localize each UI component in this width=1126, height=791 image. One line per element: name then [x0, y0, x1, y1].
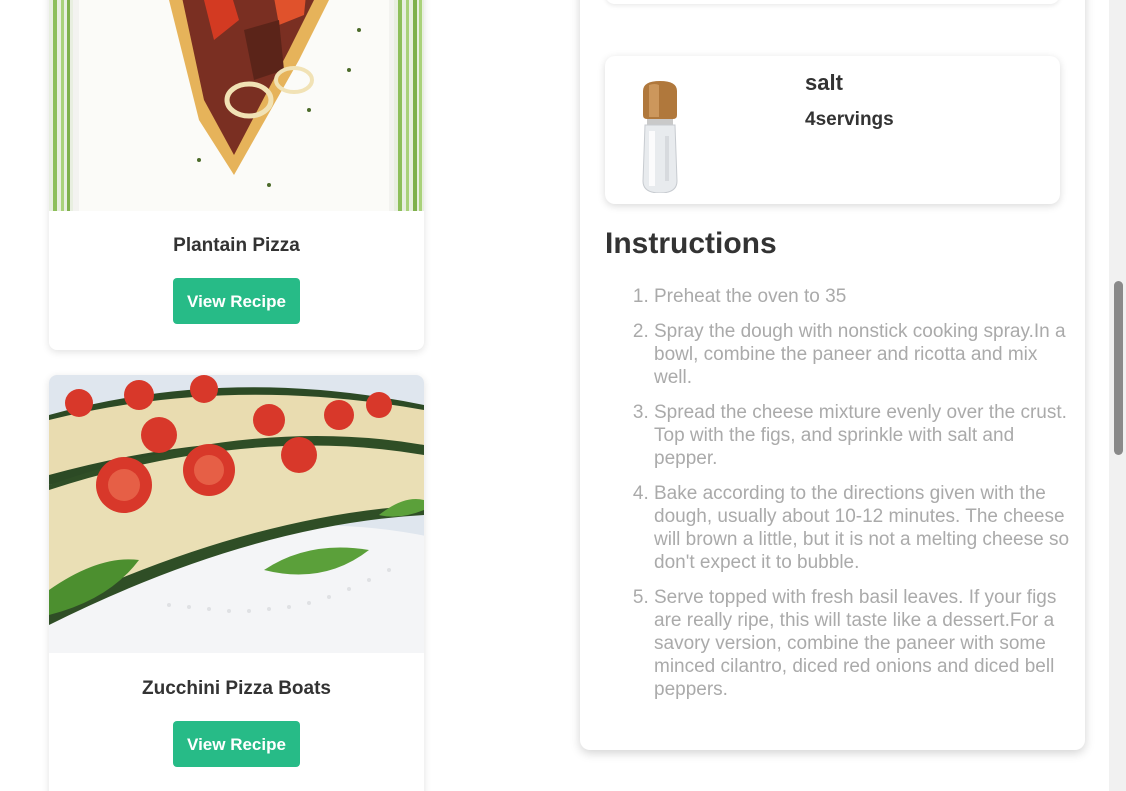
- instruction-step: Spread the cheese mixture evenly over th…: [654, 401, 1074, 470]
- scrollbar-thumb[interactable]: [1114, 281, 1123, 455]
- recipe-card-plantain-pizza: Plantain Pizza View Recipe: [49, 0, 424, 350]
- recipe-title: Zucchini Pizza Boats: [142, 678, 331, 699]
- ingredient-card: salt 4servings: [605, 56, 1060, 204]
- instructions-list: Preheat the oven to 35 Spray the dough w…: [605, 285, 1074, 713]
- recipe-detail-panel: salt 4servings Instructions Preheat the …: [580, 0, 1085, 750]
- zucchini-pizza-boats-image: [49, 375, 424, 653]
- plantain-pizza-image: [49, 0, 424, 211]
- scrollbar-track[interactable]: [1109, 0, 1126, 791]
- view-recipe-button[interactable]: View Recipe: [173, 721, 300, 767]
- recipe-page: Plantain Pizza View Recipe Zucchini Pizz…: [0, 0, 1126, 791]
- recipe-title: Plantain Pizza: [173, 235, 300, 256]
- instruction-step: Spray the dough with nonstick cooking sp…: [654, 320, 1074, 389]
- instructions-heading: Instructions: [605, 227, 777, 260]
- ingredient-amount: 4servings: [805, 109, 894, 130]
- ingredient-card: [605, 0, 1060, 4]
- instruction-step: Bake according to the directions given w…: [654, 482, 1074, 574]
- instruction-step: Serve topped with fresh basil leaves. If…: [654, 586, 1074, 701]
- view-recipe-button[interactable]: View Recipe: [173, 278, 300, 324]
- salt-shaker-image: [642, 81, 678, 193]
- ingredient-name: salt: [805, 70, 843, 95]
- instruction-step: Preheat the oven to 35: [654, 285, 1074, 308]
- recipe-card-zucchini-pizza-boats: Zucchini Pizza Boats View Recipe: [49, 375, 424, 791]
